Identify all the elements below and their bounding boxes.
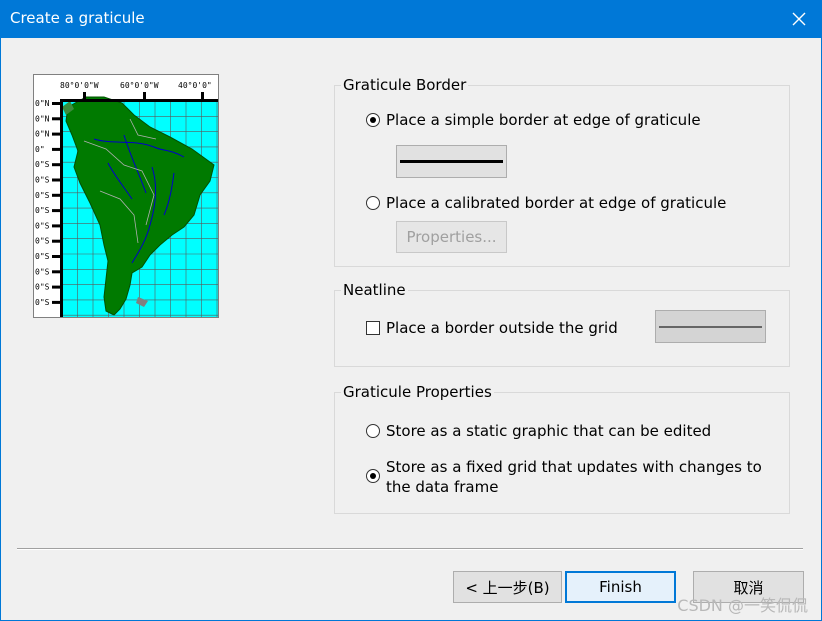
border-line-preview [400, 160, 503, 163]
left-tick-label: 0"S [35, 298, 50, 307]
neatline-line-preview [659, 326, 762, 328]
graticule-preview: 80°0'0"W 60°0'0"W 40°0'0" 0"N 0"N 0"N 0" 0"S 0"… [33, 74, 219, 318]
neatline-checkbox-label[interactable]: Place a border outside the grid [386, 318, 618, 338]
top-tick-label: 60°0'0"W [120, 81, 159, 90]
back-button[interactable]: < 上一步(B) [453, 571, 562, 603]
left-tick-label: 0"S [35, 221, 50, 230]
left-tick-label: 0"S [35, 191, 50, 200]
fixed-grid-radio[interactable] [366, 469, 380, 483]
neatline-style-button[interactable] [655, 310, 766, 343]
fixed-grid-label[interactable]: Store as a fixed grid that updates with … [386, 457, 766, 497]
left-tick-label: 0"S [35, 237, 50, 246]
window-title: Create a graticule [10, 9, 145, 27]
top-tick-mark [201, 92, 204, 100]
title-bar: Create a graticule [0, 0, 822, 38]
calibrated-border-radio[interactable] [366, 196, 380, 210]
neatline-label: Neatline [341, 281, 408, 299]
left-tick-label: 0"S [35, 267, 50, 276]
left-tick-label: 0"N [35, 114, 50, 123]
footer-separator [17, 548, 803, 550]
left-tick-mark [52, 224, 61, 228]
simple-border-radio[interactable] [366, 113, 380, 127]
left-tick-label: 0"N [35, 99, 50, 108]
finish-button[interactable]: Finish [565, 571, 676, 603]
calibrated-border-label[interactable]: Place a calibrated border at edge of gra… [386, 193, 726, 213]
graticule-properties-label: Graticule Properties [341, 383, 494, 401]
simple-border-label[interactable]: Place a simple border at edge of graticu… [386, 110, 701, 130]
left-tick-mark [52, 193, 61, 197]
left-tick-mark [52, 300, 61, 304]
left-tick-mark [52, 117, 61, 121]
left-tick-mark [52, 132, 61, 136]
graticule-border-label: Graticule Border [341, 76, 469, 94]
static-graphic-label[interactable]: Store as a static graphic that can be ed… [386, 421, 711, 441]
left-tick-label: 0"S [35, 160, 50, 169]
close-button[interactable] [776, 0, 822, 38]
top-tick-label: 80°0'0"W [60, 81, 99, 90]
left-tick-label: 0"S [35, 206, 50, 215]
left-tick-mark [52, 147, 61, 151]
close-icon [792, 12, 806, 26]
watermark-text: CSDN @一笑侃侃 [677, 596, 808, 615]
left-tick-label: 0"N [35, 130, 50, 139]
left-tick-label: 0"S [35, 176, 50, 185]
left-tick-mark [52, 163, 61, 167]
left-tick-mark [52, 178, 61, 182]
simple-border-style-button[interactable] [396, 145, 507, 178]
left-tick-label: 0" [35, 145, 45, 154]
top-tick-mark [83, 92, 86, 100]
left-frame [60, 99, 63, 317]
left-tick-mark [52, 270, 61, 274]
left-tick-mark [52, 255, 61, 258]
neatline-checkbox[interactable] [366, 321, 380, 335]
left-tick-label: 0"S [35, 283, 50, 292]
properties-button[interactable]: Properties... [396, 221, 507, 253]
left-tick-label: 0"S [35, 252, 50, 261]
left-tick-mark [52, 209, 61, 213]
static-graphic-radio[interactable] [366, 424, 380, 438]
top-tick-label: 40°0'0" [178, 81, 212, 90]
top-tick-labels: 80°0'0"W 60°0'0"W 40°0'0" [60, 81, 212, 100]
left-tick-mark [52, 102, 61, 105]
preview-map: 80°0'0"W 60°0'0"W 40°0'0" 0"N0"N0"N0"0"S0"… [35, 81, 218, 317]
left-tick-mark [52, 239, 61, 243]
top-tick-mark [143, 92, 146, 100]
left-tick-mark [52, 285, 61, 289]
left-tick-labels: 0"N 0"N 0"N 0" 0"S 0"S 0"S 0"S 0"S 0"S 0"S 0"S 0"S 0"… [35, 99, 61, 307]
